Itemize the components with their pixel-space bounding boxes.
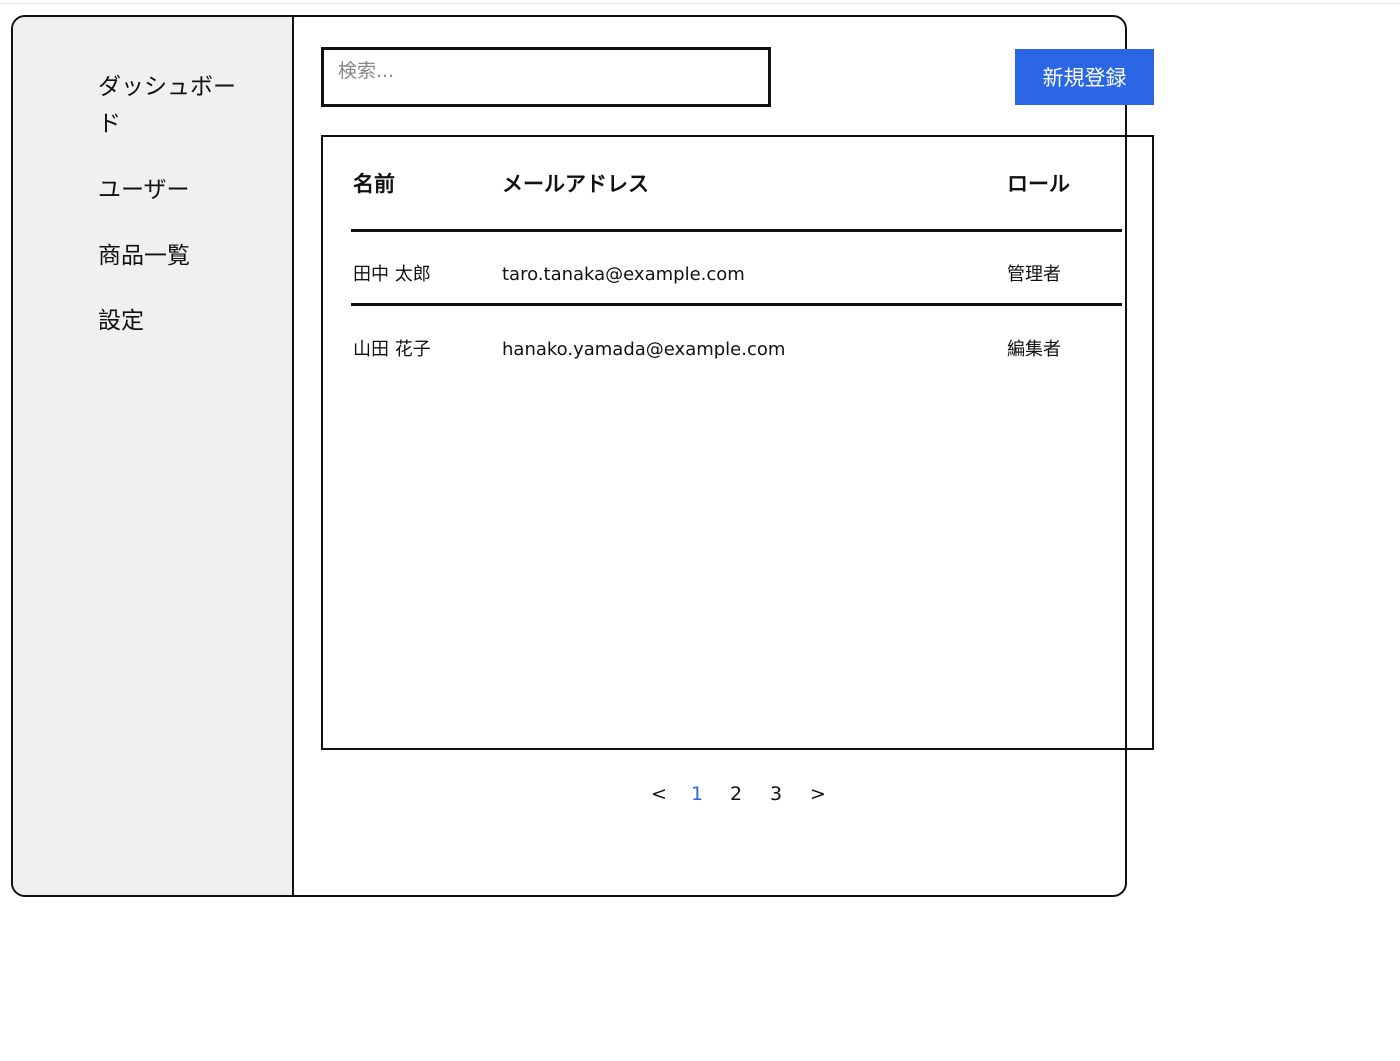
sidebar-item-settings[interactable]: 設定 (98, 303, 258, 340)
row-name-cell: 山田 花子 (353, 339, 431, 360)
sidebar-item-products[interactable]: 商品一覧 (98, 238, 258, 275)
pagination-page-1[interactable]: 1 (691, 780, 703, 808)
pagination-page-3[interactable]: 3 (770, 780, 782, 808)
new-registration-button[interactable]: 新規登録 (1015, 49, 1154, 105)
sidebar-item-dashboard[interactable]: ダッシュボード (98, 69, 258, 143)
row-name-cell: 田中 太郎 (353, 264, 431, 285)
row-divider (351, 303, 1122, 306)
column-header-name: 名前 (353, 172, 395, 196)
sidebar: ダッシュボード ユーザー 商品一覧 設定 (13, 17, 294, 895)
row-role-cell: 管理者 (1007, 264, 1061, 285)
row-role-cell: 編集者 (1007, 339, 1061, 360)
header-divider (351, 229, 1122, 232)
user-table: 名前 メールアドレス ロール 田中 太郎 taro.tanaka@example… (321, 135, 1154, 750)
column-header-email: メールアドレス (502, 172, 649, 196)
pagination-next-button[interactable]: > (810, 780, 826, 808)
row-email-cell: taro.tanaka@example.com (502, 264, 745, 285)
top-divider (0, 3, 1400, 4)
row-email-cell: hanako.yamada@example.com (502, 339, 786, 360)
app-window: ダッシュボード ユーザー 商品一覧 設定 新規登録 名前 メールアドレス ロール… (11, 15, 1154, 897)
pagination-prev-button[interactable]: < (651, 780, 667, 808)
search-input[interactable] (321, 47, 771, 107)
pagination-page-2[interactable]: 2 (730, 780, 742, 808)
column-header-role: ロール (1007, 172, 1070, 196)
sidebar-item-users[interactable]: ユーザー (98, 172, 258, 209)
